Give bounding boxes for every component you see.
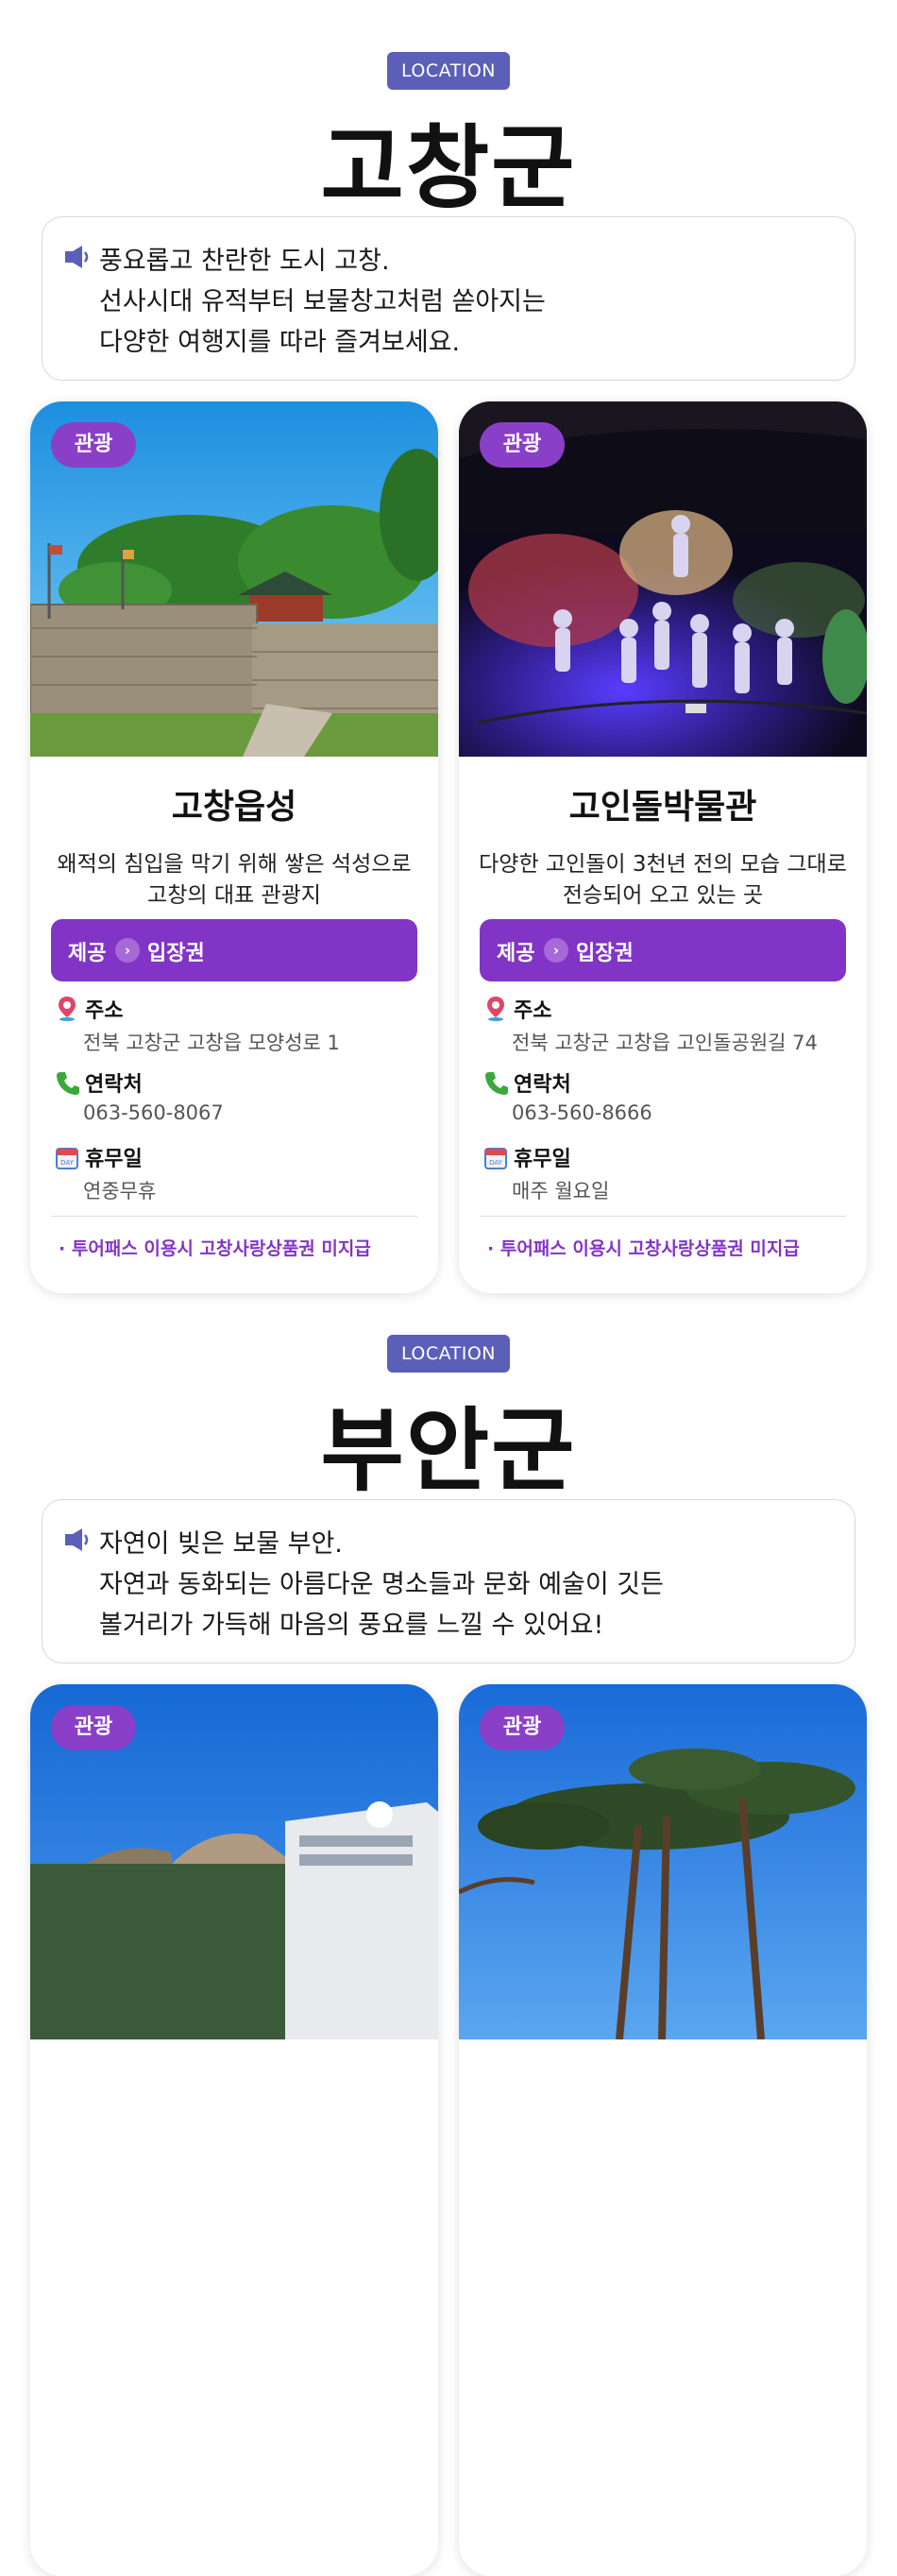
contact-value[interactable]: 063-560-8666 — [512, 1101, 652, 1124]
provide-value: 입장권 — [576, 942, 634, 965]
svg-text:DAY: DAY — [60, 1159, 75, 1167]
provide-label: 제공 — [497, 942, 535, 965]
speaker-icon — [65, 1528, 89, 1551]
attraction-description: 고창의 대표 관광지 — [147, 883, 321, 908]
card-note: · 투어패스 이용시 고창사랑상품권 미지급 — [487, 1238, 800, 1259]
attraction-description: 왜적의 침입을 막기 위해 쌓은 석성으로 — [57, 852, 412, 877]
calendar-icon: DAY — [56, 1148, 78, 1169]
category-tag: 관광 — [51, 422, 136, 468]
attraction-card[interactable]: 관광 — [459, 1684, 867, 2576]
location-badge: LOCATION — [387, 1335, 510, 1373]
phone-icon — [485, 1072, 508, 1095]
intro-line: 풍요롭고 찬란한 도시 고창. — [99, 247, 390, 276]
attraction-card[interactable]: 관광 고창읍성 왜적의 침입을 막기 위해 쌓은 석성으로 고창의 대표 관광지… — [30, 401, 438, 1293]
holiday-value: 매주 월요일 — [512, 1180, 610, 1203]
category-tag: 관광 — [480, 422, 565, 468]
address-value: 전북 고창군 고창읍 모양성로 1 — [83, 1032, 340, 1054]
intro-line: 선사시대 유적부터 보물창고처럼 쏟아지는 — [99, 287, 546, 316]
intro-line: 자연이 빚은 보물 부안. — [99, 1529, 343, 1559]
holiday-value: 연중무휴 — [83, 1180, 157, 1203]
holiday-label: 휴무일 — [514, 1148, 571, 1171]
intro-line: 자연과 동화되는 아름다운 명소들과 문화 예술이 깃든 — [99, 1570, 664, 1599]
intro-box: 자연이 빚은 보물 부안. 자연과 동화되는 아름다운 명소들과 문화 예술이 … — [42, 1499, 855, 1663]
address-value: 전북 고창군 고창읍 고인돌공원길 74 — [512, 1032, 818, 1054]
attraction-name: 고창읍성 — [171, 788, 297, 827]
contact-value[interactable]: 063-560-8067 — [83, 1101, 224, 1124]
category-tag: 관광 — [480, 1705, 565, 1750]
phone-icon — [57, 1072, 79, 1095]
divider — [480, 1216, 846, 1217]
region-title: 부안군 — [320, 1398, 577, 1504]
provide-label: 제공 — [68, 942, 107, 965]
address-label: 주소 — [514, 999, 552, 1023]
calendar-icon: DAY — [484, 1148, 507, 1169]
intro-box: 풍요롭고 찬란한 도시 고창. 선사시대 유적부터 보물창고처럼 쏟아지는 다양… — [42, 216, 855, 381]
card-note: · 투어패스 이용시 고창사랑상품권 미지급 — [59, 1238, 371, 1259]
chevron-right-icon: › — [544, 938, 568, 963]
attraction-name: 고인돌박물관 — [568, 788, 757, 827]
region-title: 고창군 — [320, 115, 577, 221]
intro-line: 다양한 여행지를 따라 즐겨보세요. — [99, 328, 461, 357]
location-pin-icon — [59, 997, 76, 1021]
speaker-icon — [65, 246, 89, 268]
section-buan: LOCATION 부안군 자연이 빚은 보물 부안. 자연과 동화되는 아름다운… — [0, 1296, 897, 2576]
provide-button[interactable]: 제공 › 입장권 — [51, 919, 417, 981]
chevron-right-icon: › — [115, 938, 140, 963]
contact-label: 연락처 — [514, 1073, 571, 1097]
attraction-description: 전승되어 오고 있는 곳 — [562, 883, 764, 908]
address-label: 주소 — [85, 999, 124, 1023]
location-badge: LOCATION — [387, 52, 510, 90]
holiday-label: 휴무일 — [85, 1148, 143, 1171]
provide-button[interactable]: 제공 › 입장권 — [480, 919, 846, 981]
attraction-card[interactable]: 관광 고인돌박물관 다양한 고인돌이 3천년 전의 모습 그대로 전승되어 오고… — [459, 401, 867, 1293]
contact-label: 연락처 — [85, 1073, 143, 1097]
category-tag: 관광 — [51, 1705, 136, 1750]
svg-text:DAY: DAY — [489, 1159, 503, 1167]
section-gochang: LOCATION 고창군 풍요롭고 찬란한 도시 고창. 선사시대 유적부터 보… — [0, 0, 897, 1296]
attraction-card[interactable]: 관광 — [30, 1684, 438, 2576]
location-pin-icon — [487, 997, 504, 1021]
divider — [51, 1216, 417, 1217]
intro-line: 볼거리가 가득해 마음의 풍요를 느낄 수 있어요! — [99, 1611, 604, 1640]
attraction-description: 다양한 고인돌이 3천년 전의 모습 그대로 — [479, 852, 847, 877]
provide-value: 입장권 — [147, 942, 205, 965]
